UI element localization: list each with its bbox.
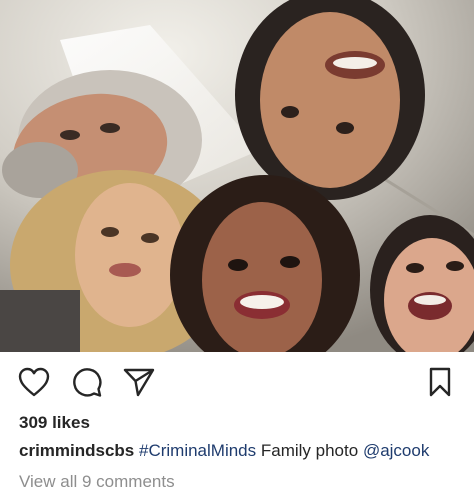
caption-hashtag[interactable]: #CriminalMinds (139, 441, 256, 460)
post-action-bar (0, 352, 474, 410)
caption-text: Family photo (260, 441, 359, 460)
comment-bubble-icon (71, 367, 103, 397)
like-button[interactable] (16, 365, 52, 399)
heart-icon (18, 367, 50, 397)
post-caption: crimmindscbs #CriminalMinds Family photo… (19, 441, 469, 461)
post-photo[interactable] (0, 0, 474, 352)
caption-mention[interactable]: @ajcook (363, 441, 429, 460)
bookmark-icon (427, 367, 453, 397)
share-button[interactable] (121, 365, 157, 399)
save-button[interactable] (422, 365, 458, 399)
caption-username[interactable]: crimmindscbs (19, 441, 134, 460)
view-all-comments-link[interactable]: View all 9 comments (19, 472, 175, 492)
paper-plane-icon (123, 367, 155, 397)
comment-button[interactable] (69, 365, 105, 399)
like-count[interactable]: 309 likes (19, 413, 90, 433)
